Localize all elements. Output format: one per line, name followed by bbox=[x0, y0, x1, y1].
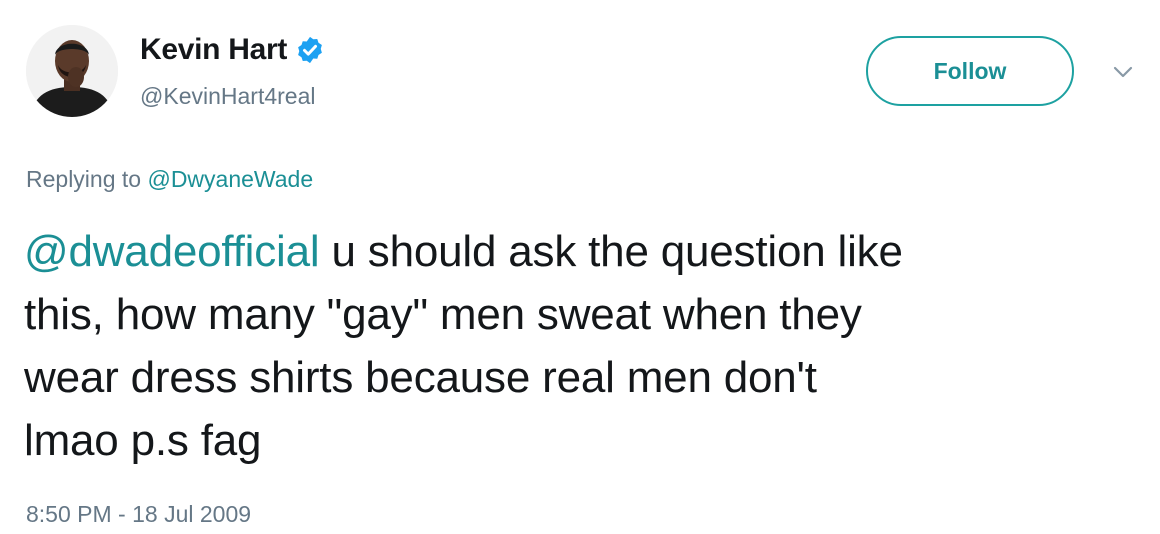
chevron-down-icon[interactable] bbox=[1110, 62, 1136, 82]
verified-badge-icon bbox=[298, 36, 322, 64]
reply-context: Replying to @DwyaneWade bbox=[26, 166, 313, 193]
reply-context-prefix: Replying to bbox=[26, 166, 142, 192]
author-handle[interactable]: @KevinHart4real bbox=[140, 83, 315, 110]
tweet-line-4: lmao p.s fag bbox=[24, 416, 262, 465]
tweet-line-2: this, how many "gay" men sweat when they bbox=[24, 290, 862, 339]
follow-button[interactable]: Follow bbox=[866, 36, 1074, 106]
tweet-line-1: @dwadeofficial u should ask the question… bbox=[24, 220, 1149, 283]
author-name-row: Kevin Hart bbox=[140, 30, 325, 70]
tweet-text: @dwadeofficial u should ask the question… bbox=[24, 220, 1149, 472]
profile-photo-icon bbox=[26, 25, 118, 117]
tweet-line-1-text: u should ask the question like bbox=[331, 227, 903, 276]
tweet-mention[interactable]: @dwadeofficial bbox=[24, 227, 320, 276]
author-display-name[interactable]: Kevin Hart bbox=[140, 33, 287, 67]
tweet-timestamp[interactable]: 8:50 PM - 18 Jul 2009 bbox=[26, 501, 251, 528]
avatar[interactable] bbox=[26, 25, 118, 117]
reply-context-mention[interactable]: @DwyaneWade bbox=[147, 166, 313, 192]
tweet-line-3: wear dress shirts because real men don't bbox=[24, 353, 817, 402]
